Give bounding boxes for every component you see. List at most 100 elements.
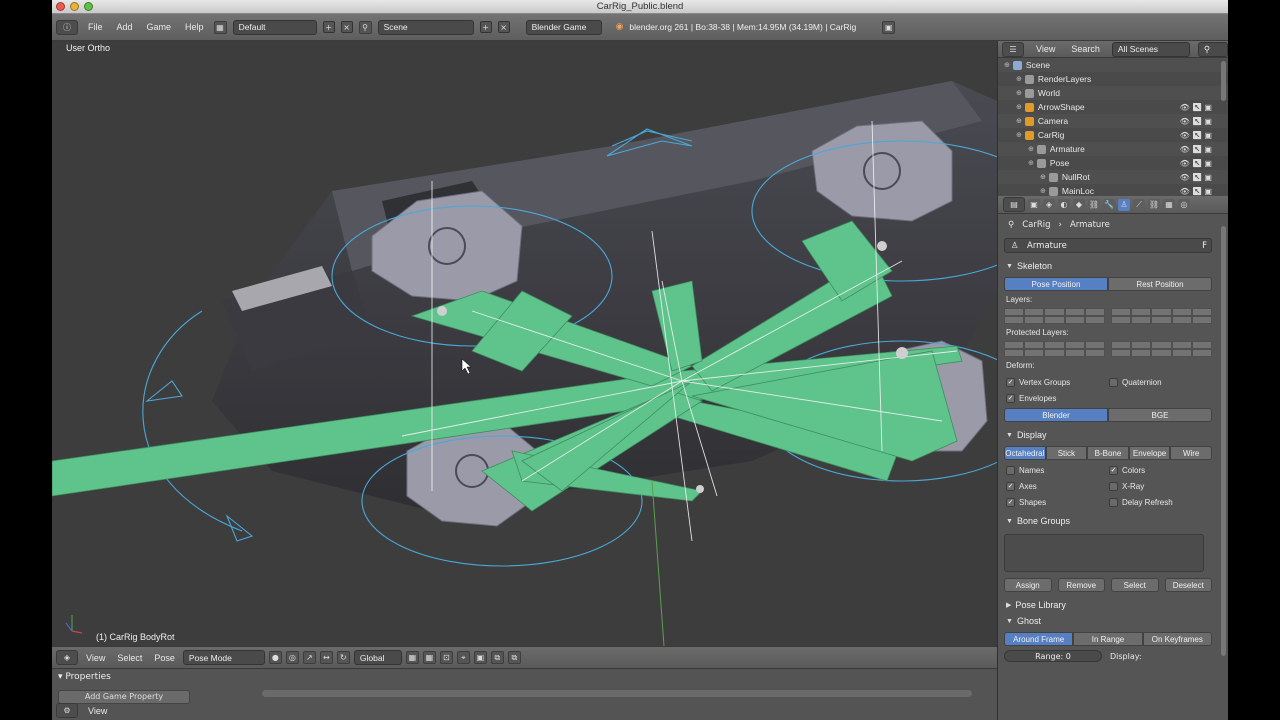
axes-checkbox[interactable]: ✓ Axes [1006,480,1109,492]
transform-orientation-select[interactable]: Global [353,650,402,665]
outliner-row[interactable]: ⊕ MainLoc 👁 ↖ ▣ [998,184,1228,196]
pose-position-button[interactable]: Pose Position [1004,277,1108,291]
remove-button[interactable]: Remove [1057,578,1105,592]
visibility-toggles[interactable]: 👁 ↖ ▣ [1180,131,1212,140]
horizontal-scrollbar[interactable] [262,690,972,697]
pose-menu[interactable]: Pose [150,653,179,663]
visibility-toggles[interactable]: 👁 ↖ ▣ [1180,187,1212,196]
rest-position-button[interactable]: Rest Position [1108,277,1212,291]
assign-button[interactable]: Assign [1004,578,1052,592]
visibility-toggles[interactable]: 👁 ↖ ▣ [1180,159,1212,168]
outliner-filter-select[interactable]: All Scenes [1111,41,1190,57]
bone-tab-icon[interactable]: ⟋ [1133,198,1145,211]
render-icon[interactable]: ▣ [882,20,896,34]
ghost-range-field[interactable]: Range: 0 [1004,650,1102,662]
names-checkbox[interactable]: Names [1006,464,1109,476]
screen-layout-field[interactable]: Default [232,19,317,35]
layers-grid-icon[interactable]: ▦ [405,651,419,664]
physics-tab-icon[interactable]: ◎ [1178,198,1190,211]
rotate-manipulator-icon[interactable]: ↻ [336,651,350,664]
protected-layers[interactable] [1004,341,1212,357]
texture-tab-icon[interactable]: ▦ [1163,198,1175,211]
protected-group-left[interactable] [1004,341,1105,357]
outliner-view-menu[interactable]: View [1032,44,1059,54]
translate-manipulator-icon[interactable]: ↔ [319,651,333,664]
add-scene-button[interactable]: + [479,21,492,33]
properties-editor-type-button[interactable]: ▤ [1003,197,1025,212]
ghost-around-frame-button[interactable]: Around Frame [1004,632,1074,646]
bone-groups-list[interactable] [1004,534,1204,572]
expand-toggle-icon[interactable]: ⊕ [1040,187,1046,195]
menu-help[interactable]: Help [181,22,208,32]
armature-data-tab-icon[interactable]: ♙ [1118,198,1130,211]
snap-icon[interactable]: ⌖ [456,651,470,664]
expand-toggle-icon[interactable]: ⊕ [1040,173,1046,181]
expand-toggle-icon[interactable]: ⊕ [1004,61,1010,69]
scene-field[interactable]: Scene [377,19,474,35]
pose-library-panel-header[interactable]: ▶ Pose Library [998,598,1228,612]
add-screen-button[interactable]: + [322,21,335,33]
select-menu[interactable]: Select [113,653,146,663]
outliner-scrollbar[interactable] [1221,61,1226,101]
xray-checkbox[interactable]: X-Ray [1109,480,1212,492]
outliner-row[interactable]: ⊕ World [998,86,1228,100]
expand-toggle-icon[interactable]: ⊕ [1016,117,1022,125]
select-button[interactable]: Select [1111,578,1159,592]
menu-add[interactable]: Add [113,22,137,32]
deform-bge-button[interactable]: BGE [1108,408,1212,422]
layers-grid-2-icon[interactable]: ▦ [422,651,436,664]
expand-toggle-icon[interactable]: ⊕ [1028,145,1034,153]
menu-file[interactable]: File [84,22,107,32]
outliner-row[interactable]: ⊕ Pose 👁 ↖ ▣ [998,156,1228,170]
constraint-tab-icon[interactable]: ⛓ [1088,198,1100,211]
expand-toggle-icon[interactable]: ⊕ [1016,131,1022,139]
render-preview-icon[interactable]: ▣ [473,651,487,664]
delete-screen-button[interactable]: × [340,21,353,33]
modifier-tab-icon[interactable]: 🔧 [1103,198,1115,211]
vertex-groups-checkbox[interactable]: ✓ Vertex Groups [1006,376,1109,388]
draw-octahedral-button[interactable]: Octahedral [1004,446,1046,460]
deform-blender-button[interactable]: Blender [1004,408,1108,422]
outliner-search-input[interactable]: ⚲ [1197,41,1228,57]
shapes-checkbox[interactable]: ✓ Shapes [1006,496,1109,508]
expand-toggle-icon[interactable]: ⊕ [1028,159,1034,167]
deselect-button[interactable]: Deselect [1164,578,1212,592]
ghost-in-range-button[interactable]: In Range [1073,632,1143,646]
envelopes-checkbox[interactable]: ✓ Envelopes [1006,392,1109,404]
paste-pose-icon[interactable]: ⧉ [507,651,521,664]
display-panel-header[interactable]: ▼ Display [998,428,1228,442]
mode-select[interactable]: Pose Mode [182,650,265,665]
outliner-row[interactable]: ⊕ Scene [998,58,1228,72]
scene-tab-icon[interactable]: ◈ [1043,198,1055,211]
ghost-panel-header[interactable]: ▼ Ghost [998,614,1228,628]
outliner-row[interactable]: ⊕ Camera 👁 ↖ ▣ [998,114,1228,128]
expand-toggle-icon[interactable]: ⊕ [1016,89,1022,97]
bone-constraint-tab-icon[interactable]: ⛓ [1148,198,1160,211]
properties-section-header[interactable]: ▾ Properties [58,672,111,682]
outliner-row[interactable]: ⊕ CarRig 👁 ↖ ▣ [998,128,1228,142]
draw-stick-button[interactable]: Stick [1045,446,1088,460]
viewport-shading-icon[interactable]: ● [268,651,282,664]
visibility-toggles[interactable]: 👁 ↖ ▣ [1180,145,1212,154]
bone-groups-panel-header[interactable]: ▼ Bone Groups [998,514,1228,528]
ghost-on-keyframes-button[interactable]: On Keyframes [1142,632,1212,646]
delete-scene-button[interactable]: × [497,21,510,33]
properties-scrollbar[interactable] [1221,226,1226,656]
copy-pose-icon[interactable]: ⧉ [490,651,504,664]
lock-camera-icon[interactable]: ⊡ [439,651,453,664]
world-tab-icon[interactable]: ◐ [1058,198,1070,211]
3d-editor-type-button[interactable]: ◈ [56,650,78,665]
add-game-property-button[interactable]: Add Game Property [58,690,190,704]
expand-toggle-icon[interactable]: ⊕ [1016,103,1022,111]
outliner-row[interactable]: ⊕ Armature 👁 ↖ ▣ [998,142,1228,156]
render-engine-select[interactable]: Blender Game [525,19,602,35]
render-tab-icon[interactable]: ▣ [1028,198,1040,211]
armature-name-field[interactable]: ♙ Armature F [1004,238,1212,253]
visibility-toggles[interactable]: 👁 ↖ ▣ [1180,103,1212,112]
menu-game[interactable]: Game [143,22,176,32]
object-tab-icon[interactable]: ◆ [1073,198,1085,211]
pivot-point-icon[interactable]: ◎ [285,651,299,664]
pin-icon[interactable]: ⚲ [1008,220,1014,230]
protected-group-right[interactable] [1111,341,1212,357]
outliner-row[interactable]: ⊕ ArrowShape 👁 ↖ ▣ [998,100,1228,114]
